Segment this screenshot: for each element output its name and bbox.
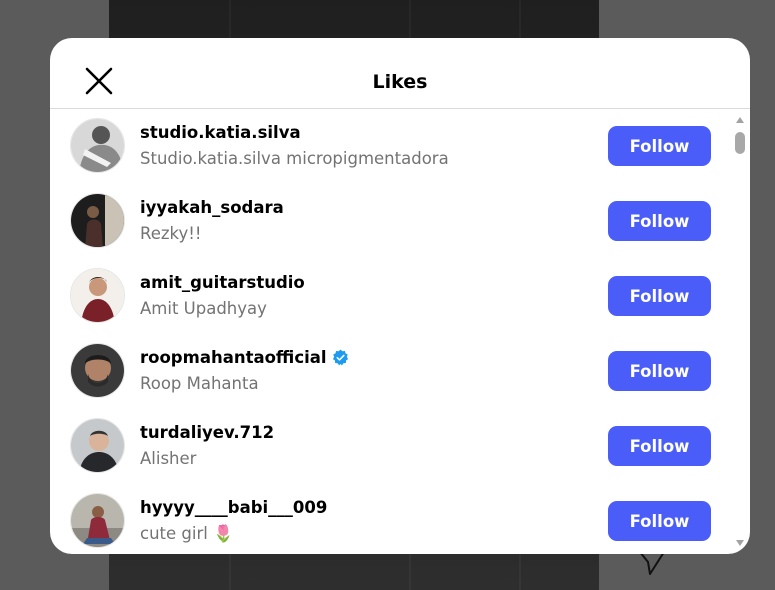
username[interactable]: iyyakah_sodara [140,198,284,217]
username[interactable]: amit_guitarstudio [140,273,305,292]
list-item: hyyyy____babi___009 cute girl 🌷 Follow [50,484,730,554]
likes-list: studio.katia.silva Studio.katia.silva mi… [50,109,730,554]
scroll-down-arrow-icon[interactable] [736,540,744,546]
full-name: cute girl 🌷 [140,524,234,543]
username[interactable]: roopmahantaofficial [140,348,349,367]
list-item: iyyakah_sodara Rezky!! Follow [50,184,730,259]
follow-button[interactable]: Follow [608,276,711,316]
avatar[interactable] [70,268,125,323]
avatar[interactable] [70,493,125,548]
scroll-up-arrow-icon[interactable] [736,117,744,123]
avatar[interactable] [70,343,125,398]
list-item: roopmahantaofficial Roop Mahanta Follow [50,334,730,409]
full-name: Roop Mahanta [140,374,259,393]
full-name: Alisher [140,449,197,468]
follow-button[interactable]: Follow [608,501,711,541]
scroll-thumb[interactable] [735,132,745,154]
avatar[interactable] [70,193,125,248]
username[interactable]: turdaliyev.712 [140,423,274,442]
follow-button[interactable]: Follow [608,426,711,466]
follow-button[interactable]: Follow [608,126,711,166]
list-item: amit_guitarstudio Amit Upadhyay Follow [50,259,730,334]
likes-dialog: Likes studio.katia.silva Studio.katia.si… [50,38,750,554]
username[interactable]: studio.katia.silva [140,123,301,142]
full-name: Rezky!! [140,224,202,243]
follow-button[interactable]: Follow [608,201,711,241]
scrollbar[interactable] [730,109,750,554]
avatar[interactable] [70,118,125,173]
follow-button[interactable]: Follow [608,351,711,391]
username[interactable]: hyyyy____babi___009 [140,498,327,517]
full-name: Amit Upadhyay [140,299,267,318]
list-item: turdaliyev.712 Alisher Follow [50,409,730,484]
avatar[interactable] [70,418,125,473]
list-item: studio.katia.silva Studio.katia.silva mi… [50,109,730,184]
dialog-title: Likes [372,71,428,93]
full-name: Studio.katia.silva micropigmentadora [140,149,449,168]
verified-badge-icon [332,349,348,366]
dialog-header: Likes [50,38,750,109]
